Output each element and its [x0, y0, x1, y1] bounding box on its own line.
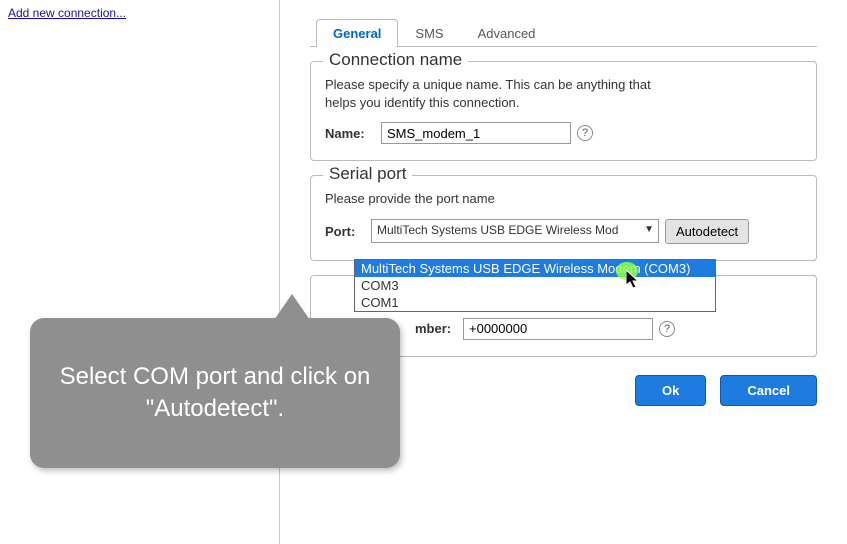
serial-desc: Please provide the port name: [325, 190, 685, 208]
port-select[interactable]: MultiTech Systems USB EDGE Wireless Mod: [371, 219, 659, 243]
add-connection-link[interactable]: Add new connection...: [8, 6, 126, 20]
group-connection-name: Connection name Please specify a unique …: [310, 61, 817, 161]
connection-desc: Please specify a unique name. This can b…: [325, 76, 685, 112]
tab-bar: General SMS Advanced: [310, 18, 817, 47]
port-option-2[interactable]: COM1: [355, 294, 715, 311]
phone-label-fragment: mber:: [415, 321, 457, 336]
legend-serial-port: Serial port: [323, 164, 412, 184]
instruction-callout: Select COM port and click on "Autodetect…: [30, 318, 400, 468]
tab-advanced[interactable]: Advanced: [461, 19, 553, 47]
port-option-0[interactable]: MultiTech Systems USB EDGE Wireless Mode…: [355, 260, 715, 277]
ok-button[interactable]: Ok: [635, 375, 706, 406]
help-icon[interactable]: ?: [659, 321, 675, 337]
cancel-button[interactable]: Cancel: [720, 375, 817, 406]
tab-sms[interactable]: SMS: [398, 19, 460, 47]
phone-input[interactable]: [463, 318, 653, 340]
help-icon[interactable]: ?: [577, 125, 593, 141]
callout-text: Select COM port and click on "Autodetect…: [50, 361, 380, 426]
autodetect-button[interactable]: Autodetect: [665, 219, 749, 244]
port-option-1[interactable]: COM3: [355, 277, 715, 294]
name-input[interactable]: [381, 122, 571, 144]
tab-general[interactable]: General: [316, 19, 398, 47]
legend-connection-name: Connection name: [323, 50, 468, 70]
name-label: Name:: [325, 126, 375, 141]
port-label: Port:: [325, 224, 365, 239]
port-dropdown-list[interactable]: MultiTech Systems USB EDGE Wireless Mode…: [354, 259, 716, 312]
group-serial-port: Serial port Please provide the port name…: [310, 175, 817, 260]
